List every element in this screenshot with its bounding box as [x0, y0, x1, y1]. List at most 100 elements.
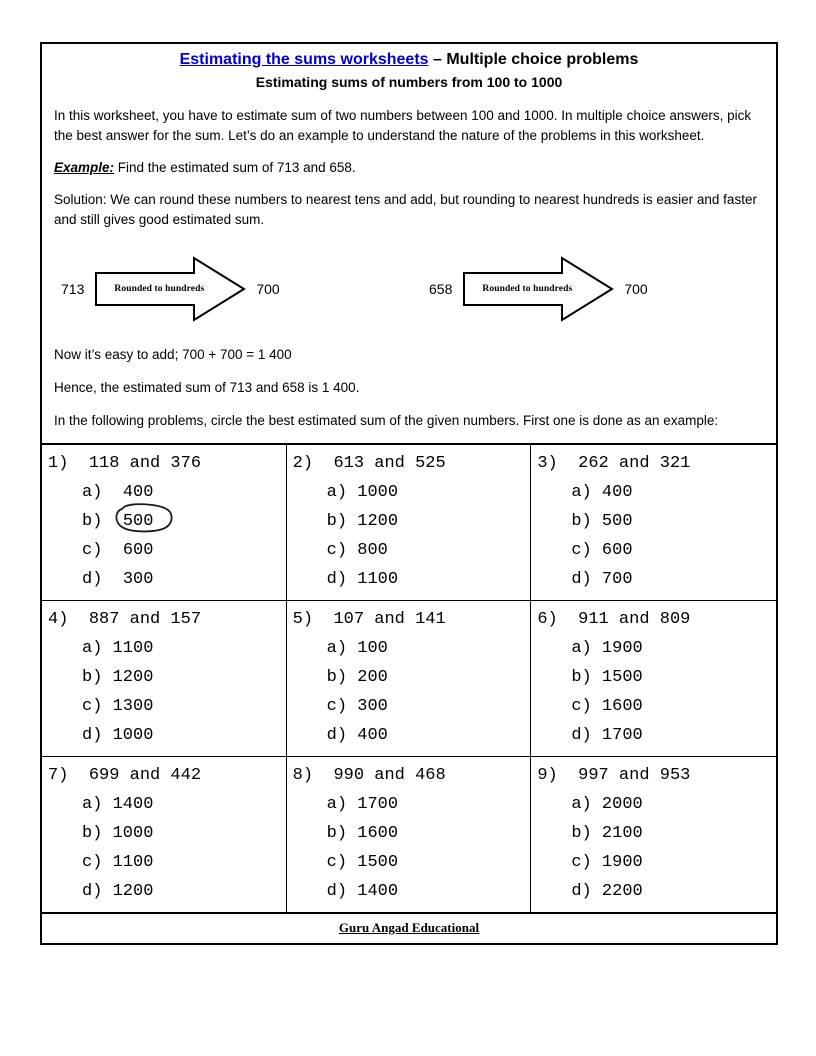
answer-option-value: 1000 — [112, 726, 154, 745]
worksheet-header: Estimating the sums worksheets – Multipl… — [42, 44, 776, 94]
problem-question: 7) 699 and 442 — [48, 761, 286, 790]
answer-option-letter: c) — [571, 853, 592, 872]
answer-option-letter: a) — [326, 795, 348, 814]
answer-option[interactable]: b) 2100 — [537, 819, 776, 848]
answer-option[interactable]: c) 1300 — [48, 692, 286, 721]
answer-option[interactable]: b) 1600 — [293, 819, 531, 848]
answer-option[interactable]: a) 100 — [293, 634, 531, 663]
answer-option[interactable]: d) 400 — [293, 721, 531, 750]
answer-option[interactable]: a) 2000 — [537, 790, 776, 819]
answer-option[interactable]: b) 1200 — [293, 507, 531, 536]
answer-option-value: 600 — [122, 541, 154, 560]
answer-option-value: 400 — [601, 483, 633, 502]
problem-question-text: 118 and 376 — [88, 454, 202, 473]
problem-question-text: 613 and 525 — [333, 454, 446, 473]
answer-option-value: 1200 — [112, 668, 154, 687]
answer-option-letter: d) — [326, 570, 348, 589]
answer-option-value: 400 — [122, 483, 154, 502]
answer-option[interactable]: d) 1100 — [293, 565, 531, 594]
answer-option-letter: b) — [82, 824, 103, 843]
answer-option-letter: c) — [82, 541, 103, 560]
answer-option[interactable]: d) 1200 — [48, 877, 286, 906]
answer-option[interactable]: b) 1500 — [537, 663, 776, 692]
answer-option-value: 1200 — [357, 512, 399, 531]
answer-option[interactable]: d) 1700 — [537, 721, 776, 750]
answer-option-value: 1600 — [601, 697, 643, 716]
answer-option-value: 1700 — [601, 726, 643, 745]
answer-option-letter: d) — [571, 882, 592, 901]
worksheet-page: Estimating the sums worksheets – Multipl… — [40, 42, 778, 945]
answer-option-value: 800 — [357, 541, 388, 560]
answer-option-letter: c) — [326, 541, 348, 560]
problem-row: 1) 118 and 376 a) 400 b) 500 c) 600 d) 300 2)… — [42, 445, 776, 601]
rounding-diagram: 713 Rounded to hundreds 700 658 Rounded … — [54, 246, 764, 332]
answer-option[interactable]: b) 1200 — [48, 663, 286, 692]
rounding-source-number: 658 — [429, 281, 453, 297]
answer-option-letter: d) — [326, 726, 348, 745]
answer-option-value: 500 — [601, 512, 633, 531]
answer-option[interactable]: d) 1400 — [293, 877, 531, 906]
answer-option-letter: d) — [82, 882, 103, 901]
answer-option[interactable]: c) 300 — [293, 692, 531, 721]
intro-paragraph: In this worksheet, you have to estimate … — [54, 108, 752, 143]
problem-question: 8) 990 and 468 — [293, 761, 531, 790]
problem-question-text: 997 and 953 — [578, 766, 691, 785]
answer-option-value: 1200 — [112, 882, 154, 901]
answer-option[interactable]: a) 1100 — [48, 634, 286, 663]
problem-cell: 9) 997 and 953 a) 2000 b) 2100 c) 1900 d) 22… — [531, 757, 776, 912]
answer-option[interactable]: a) 400 — [48, 478, 286, 507]
answer-option-value: 400 — [357, 726, 388, 745]
answer-option[interactable]: b) 1000 — [48, 819, 286, 848]
answer-option[interactable]: c) 1600 — [537, 692, 776, 721]
answer-option[interactable]: d) 1000 — [48, 721, 286, 750]
answer-option-letter: b) — [82, 668, 103, 687]
answer-option[interactable]: d) 300 — [48, 565, 286, 594]
answer-option-letter: a) — [571, 483, 592, 502]
problem-number: 4) — [48, 610, 69, 629]
page-title-suffix: – Multiple choice problems — [428, 51, 639, 68]
answer-option-value: 1700 — [357, 795, 399, 814]
answer-option-letter: b) — [326, 668, 348, 687]
answer-option-letter: a) — [82, 795, 103, 814]
rounding-result-number: 700 — [624, 281, 648, 297]
answer-option[interactable]: a) 1400 — [48, 790, 286, 819]
answer-option-letter: a) — [82, 639, 103, 658]
rounding-result-number: 700 — [256, 281, 280, 297]
worksheet-intro: In this worksheet, you have to estimate … — [42, 106, 776, 431]
answer-option[interactable]: b) 500 — [48, 503, 286, 536]
answer-option[interactable]: c) 600 — [537, 536, 776, 565]
problem-number: 6) — [537, 610, 558, 629]
answer-option[interactable]: c) 1500 — [293, 848, 531, 877]
answer-option[interactable]: a) 1700 — [293, 790, 531, 819]
answer-option-value: 2100 — [601, 824, 643, 843]
answer-option[interactable]: b) 500 — [537, 507, 776, 536]
answer-option[interactable]: a) 1900 — [537, 634, 776, 663]
problem-grid: 1) 118 and 376 a) 400 b) 500 c) 600 d) 300 2)… — [42, 443, 776, 912]
answer-option-value: 1500 — [601, 668, 643, 687]
answer-option[interactable]: b) 200 — [293, 663, 531, 692]
worksheet-title-link[interactable]: Estimating the sums worksheets — [180, 51, 429, 68]
answer-option-value: 2200 — [601, 882, 643, 901]
problem-cell: 3) 262 and 321 a) 400 b) 500 c) 600 d) 700 — [531, 445, 776, 600]
answer-option[interactable]: a) 1000 — [293, 478, 531, 507]
rounding-diagram-right: 658 Rounded to hundreds 700 — [429, 246, 648, 332]
answer-option-letter: b) — [326, 512, 348, 531]
rounding-source-number: 713 — [61, 281, 85, 297]
block-arrow-icon: Rounded to hundreds — [94, 256, 247, 322]
answer-option[interactable]: c) 1900 — [537, 848, 776, 877]
answer-option[interactable]: d) 2200 — [537, 877, 776, 906]
answer-option[interactable]: d) 700 — [537, 565, 776, 594]
answer-option-value: 1400 — [112, 795, 154, 814]
answer-option[interactable]: c) 600 — [48, 536, 286, 565]
problem-number: 2) — [292, 454, 314, 473]
answer-option-value: 1900 — [601, 853, 643, 872]
answer-option-value: 1600 — [357, 824, 399, 843]
answer-option-letter: b) — [82, 512, 103, 531]
example-line: Example: Find the estimated sum of 713 a… — [54, 158, 764, 178]
answer-option-letter: d) — [326, 882, 348, 901]
answer-option[interactable]: c) 1100 — [48, 848, 286, 877]
problem-row: 7) 699 and 442 a) 1400 b) 1000 c) 1100 d) 12… — [42, 757, 776, 912]
answer-option[interactable]: c) 800 — [293, 536, 531, 565]
answer-option-value: 1000 — [357, 483, 399, 502]
answer-option[interactable]: a) 400 — [537, 478, 776, 507]
